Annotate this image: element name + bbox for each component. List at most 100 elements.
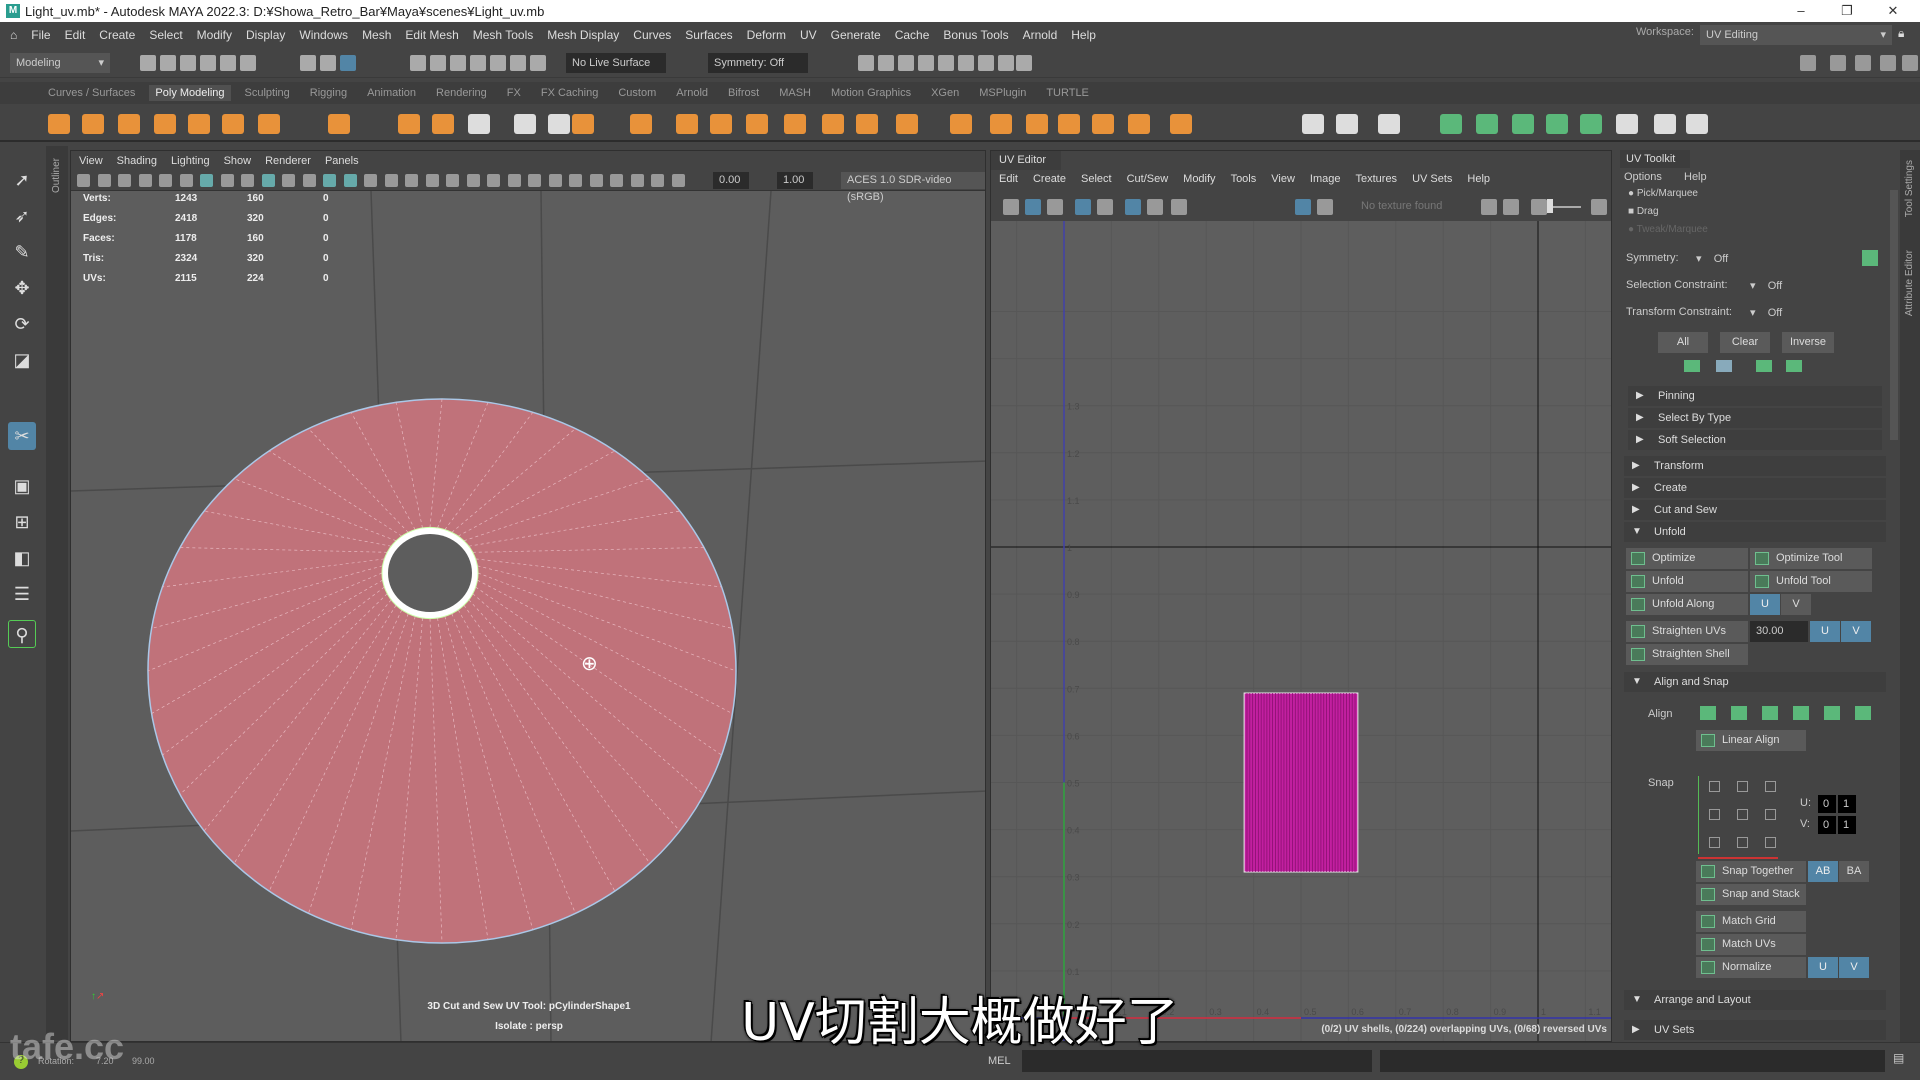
shelf-tool-icon[interactable]: [468, 114, 490, 134]
attribute-editor-tab[interactable]: Attribute Editor: [1904, 250, 1915, 316]
status-tool-icon[interactable]: [470, 55, 486, 71]
status-tool-icon[interactable]: [430, 55, 446, 71]
shelf-tool-icon[interactable]: [710, 114, 732, 134]
snap-position-checkbox[interactable]: [1737, 781, 1748, 792]
viewport-tool-icon[interactable]: [507, 174, 521, 187]
viewport-tool-icon[interactable]: [569, 174, 582, 187]
shelf-tab[interactable]: Curves / Surfaces: [48, 87, 135, 99]
shelf-tab[interactable]: Sculpting: [245, 87, 290, 99]
select-inverse-button[interactable]: Inverse: [1782, 332, 1834, 353]
shelf-tool-icon[interactable]: [188, 114, 210, 134]
select-tool-icon[interactable]: ➚: [8, 166, 36, 194]
viewport-tool-icon[interactable]: [97, 174, 111, 187]
viewport-tool-icon[interactable]: [159, 174, 172, 187]
section-create[interactable]: ▶ Create: [1624, 478, 1886, 498]
viewport-tool-icon[interactable]: [179, 174, 193, 187]
normalize-button[interactable]: Normalize: [1696, 957, 1806, 978]
shelf-tab[interactable]: FX Caching: [541, 87, 598, 99]
section-cut-and-sew[interactable]: ▶ Cut and Sew: [1624, 500, 1886, 520]
viewport-tool-icon[interactable]: [261, 174, 275, 187]
viewport-tool-icon[interactable]: [630, 174, 644, 187]
uv-toolkit-tab[interactable]: UV Toolkit: [1620, 150, 1690, 168]
symmetry-dropdown[interactable]: ▾ Off: [1696, 252, 1728, 265]
shelf-tab[interactable]: Bifrost: [728, 87, 759, 99]
shelf-tab[interactable]: TURTLE: [1046, 87, 1089, 99]
status-tool-icon[interactable]: [878, 55, 894, 71]
shrink-selection-icon[interactable]: [1684, 360, 1700, 372]
home-icon[interactable]: ⌂: [10, 28, 17, 42]
viewport-tool-icon[interactable]: [364, 174, 377, 187]
shelf-tab[interactable]: Custom: [618, 87, 656, 99]
align-left-icon[interactable]: [1700, 706, 1716, 720]
shelf-tool-icon[interactable]: [746, 114, 768, 134]
grow-selection-icon[interactable]: [1716, 360, 1732, 372]
close-button[interactable]: ✕: [1870, 0, 1916, 22]
uv-toolbar-icon[interactable]: [1171, 199, 1187, 215]
v-min-field[interactable]: 0: [1818, 816, 1836, 834]
menu-mesh-tools[interactable]: Mesh Tools: [473, 28, 533, 42]
viewport-menu-panels[interactable]: Panels: [325, 155, 359, 167]
shelf-tool-icon[interactable]: [222, 114, 244, 134]
shelf-tool-icon[interactable]: [630, 114, 652, 134]
uv-toolbar-icon[interactable]: [1047, 199, 1063, 215]
viewport-menu-shading[interactable]: Shading: [117, 155, 157, 167]
status-tool-icon[interactable]: [220, 55, 236, 71]
menu-help[interactable]: Help: [1071, 28, 1096, 42]
status-tool-icon[interactable]: [340, 55, 356, 71]
uv-menu-textures[interactable]: Textures: [1355, 173, 1397, 185]
viewport-tool-icon[interactable]: [671, 174, 685, 187]
viewport-tool-icon[interactable]: [77, 174, 90, 187]
viewport-tool-icon[interactable]: [405, 174, 418, 187]
shelf-tool-icon[interactable]: [676, 114, 698, 134]
shelf-tool-icon[interactable]: [328, 114, 350, 134]
layout-two-icon[interactable]: ◧: [8, 544, 36, 572]
snap-position-checkbox[interactable]: [1765, 837, 1776, 848]
shelf-tool-icon[interactable]: [1092, 114, 1114, 134]
snap-position-checkbox[interactable]: [1709, 809, 1720, 820]
status-tool-icon[interactable]: [1016, 55, 1032, 71]
menu-file[interactable]: File: [31, 28, 50, 42]
uv-menu-image[interactable]: Image: [1310, 173, 1341, 185]
uv-menu-uv-sets[interactable]: UV Sets: [1412, 173, 1452, 185]
straighten-uvs-button[interactable]: Straighten UVs: [1626, 621, 1748, 642]
section-transform[interactable]: ▶ Transform: [1624, 456, 1886, 476]
panel-toggle-icon[interactable]: [1880, 55, 1896, 71]
straighten-v-toggle[interactable]: V: [1841, 621, 1871, 642]
shelf-tool-icon[interactable]: [1616, 114, 1638, 134]
viewport-tool-icon[interactable]: [466, 174, 480, 187]
viewport-tool-icon[interactable]: [282, 174, 295, 187]
align-right-icon[interactable]: [1762, 706, 1778, 720]
lasso-tool-icon[interactable]: ➶: [8, 202, 36, 230]
viewport-menu-view[interactable]: View: [79, 155, 103, 167]
uv-menu-edit[interactable]: Edit: [999, 173, 1018, 185]
menu-curves[interactable]: Curves: [633, 28, 671, 42]
status-tool-icon[interactable]: [510, 55, 526, 71]
slider-handle[interactable]: [1547, 199, 1553, 213]
lock-icon[interactable]: 🔒︎: [1898, 26, 1904, 41]
normalize-u-toggle[interactable]: U: [1808, 957, 1838, 978]
select-clear-button[interactable]: Clear: [1720, 332, 1770, 353]
snap-and-stack-button[interactable]: Snap and Stack: [1696, 884, 1806, 905]
search-icon[interactable]: ⚲: [8, 620, 36, 648]
shelf-tool-icon[interactable]: [1546, 114, 1568, 134]
rotate-tool-icon[interactable]: ⟳: [8, 310, 36, 338]
shelf-tab[interactable]: Animation: [367, 87, 416, 99]
viewport-tool-icon[interactable]: [589, 174, 603, 187]
uv-toolbar-icon[interactable]: [1295, 199, 1311, 215]
shelf-tool-icon[interactable]: [398, 114, 420, 134]
shelf-tool-icon[interactable]: [1512, 114, 1534, 134]
shelf-tool-icon[interactable]: [1378, 114, 1400, 134]
outliner-layout-icon[interactable]: ☰: [8, 580, 36, 608]
shelf-tab[interactable]: Arnold: [676, 87, 708, 99]
panel-toggle-icon[interactable]: [1902, 55, 1918, 71]
match-grid-button[interactable]: Match Grid: [1696, 911, 1806, 932]
optimize-button[interactable]: Optimize: [1626, 548, 1748, 569]
status-tool-icon[interactable]: [978, 55, 994, 71]
u-max-field[interactable]: 1: [1838, 795, 1856, 813]
color-space-dropdown[interactable]: ACES 1.0 SDR-video (sRGB): [841, 172, 985, 203]
viewport-tool-icon[interactable]: [528, 174, 541, 187]
status-tool-icon[interactable]: [320, 55, 336, 71]
toolkit-options-menu[interactable]: Options: [1624, 171, 1662, 183]
toolkit-scrollbar[interactable]: [1890, 190, 1898, 440]
uv-menu-create[interactable]: Create: [1033, 173, 1066, 185]
